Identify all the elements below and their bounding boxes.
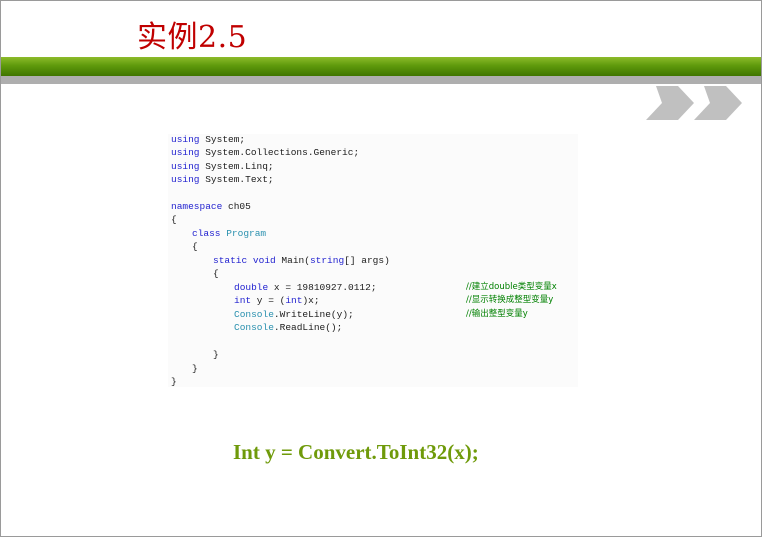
code-line: { [213,267,219,280]
code-line: using System.Text; [171,173,274,186]
code-keyword: string [309,255,345,266]
header-band-green [1,57,761,76]
code-text: .ReadLine(); [273,322,343,333]
code-text: System.Linq; [199,161,274,172]
code-line: } [213,348,219,361]
code-keyword: namespace [171,201,223,212]
code-keyword: using [171,161,200,172]
code-text: System.Collections.Generic; [199,147,360,158]
code-keyword: double [234,282,269,293]
code-line: static void Main(string[] args) [213,254,390,267]
code-line: double x = 19810927.0112; [234,281,377,294]
code-text: ch05 [222,201,251,212]
code-line: using System; [171,133,245,146]
code-type: Program [226,228,267,239]
code-text: } [171,376,177,387]
code-line: namespace ch05 [171,200,251,213]
code-keyword: class [192,228,221,239]
code-line: { [171,213,177,226]
code-line: using System.Linq; [171,160,274,173]
slide-title: 实例2.5 [137,20,248,55]
code-comment: //输出整型变量y [466,309,528,319]
double-chevron-right-icon [646,86,742,120]
code-type: Console [234,322,274,333]
code-line: } [171,375,177,388]
code-text: [] args) [344,255,390,266]
code-keyword: using [171,147,200,158]
code-keyword: static [213,255,248,266]
code-line: { [192,240,198,253]
code-text: System; [199,134,246,145]
code-text: { [192,241,198,252]
code-line: } [192,362,198,375]
code-text: } [213,349,219,360]
code-line: Console.WriteLine(y); [234,308,354,321]
code-text: } [192,363,198,374]
header-band-gray [1,76,761,84]
code-text: y = ( [251,295,286,306]
code-text: Main( [275,255,310,266]
code-line: int y = (int)x; [234,294,320,307]
code-keyword: using [171,174,200,185]
code-keyword: void [252,255,276,266]
code-comment: //建立double类型变量x [466,282,557,292]
code-keyword: int [285,295,303,306]
code-text: x = 19810927.0112; [268,282,377,293]
code-line: Console.ReadLine(); [234,321,342,334]
code-type: Console [234,309,274,320]
conversion-statement: Int y = Convert.ToInt32(x); [233,440,479,464]
code-text: )x; [302,295,320,306]
code-text: { [171,214,177,225]
code-keyword: using [171,134,200,145]
code-line: class Program [192,227,266,240]
code-text: { [213,268,219,279]
code-text: System.Text; [199,174,274,185]
code-line: using System.Collections.Generic; [171,146,359,159]
code-text: .WriteLine(y); [273,309,354,320]
code-keyword: int [234,295,252,306]
code-comment: //显示转换成整型变量y [466,295,554,305]
